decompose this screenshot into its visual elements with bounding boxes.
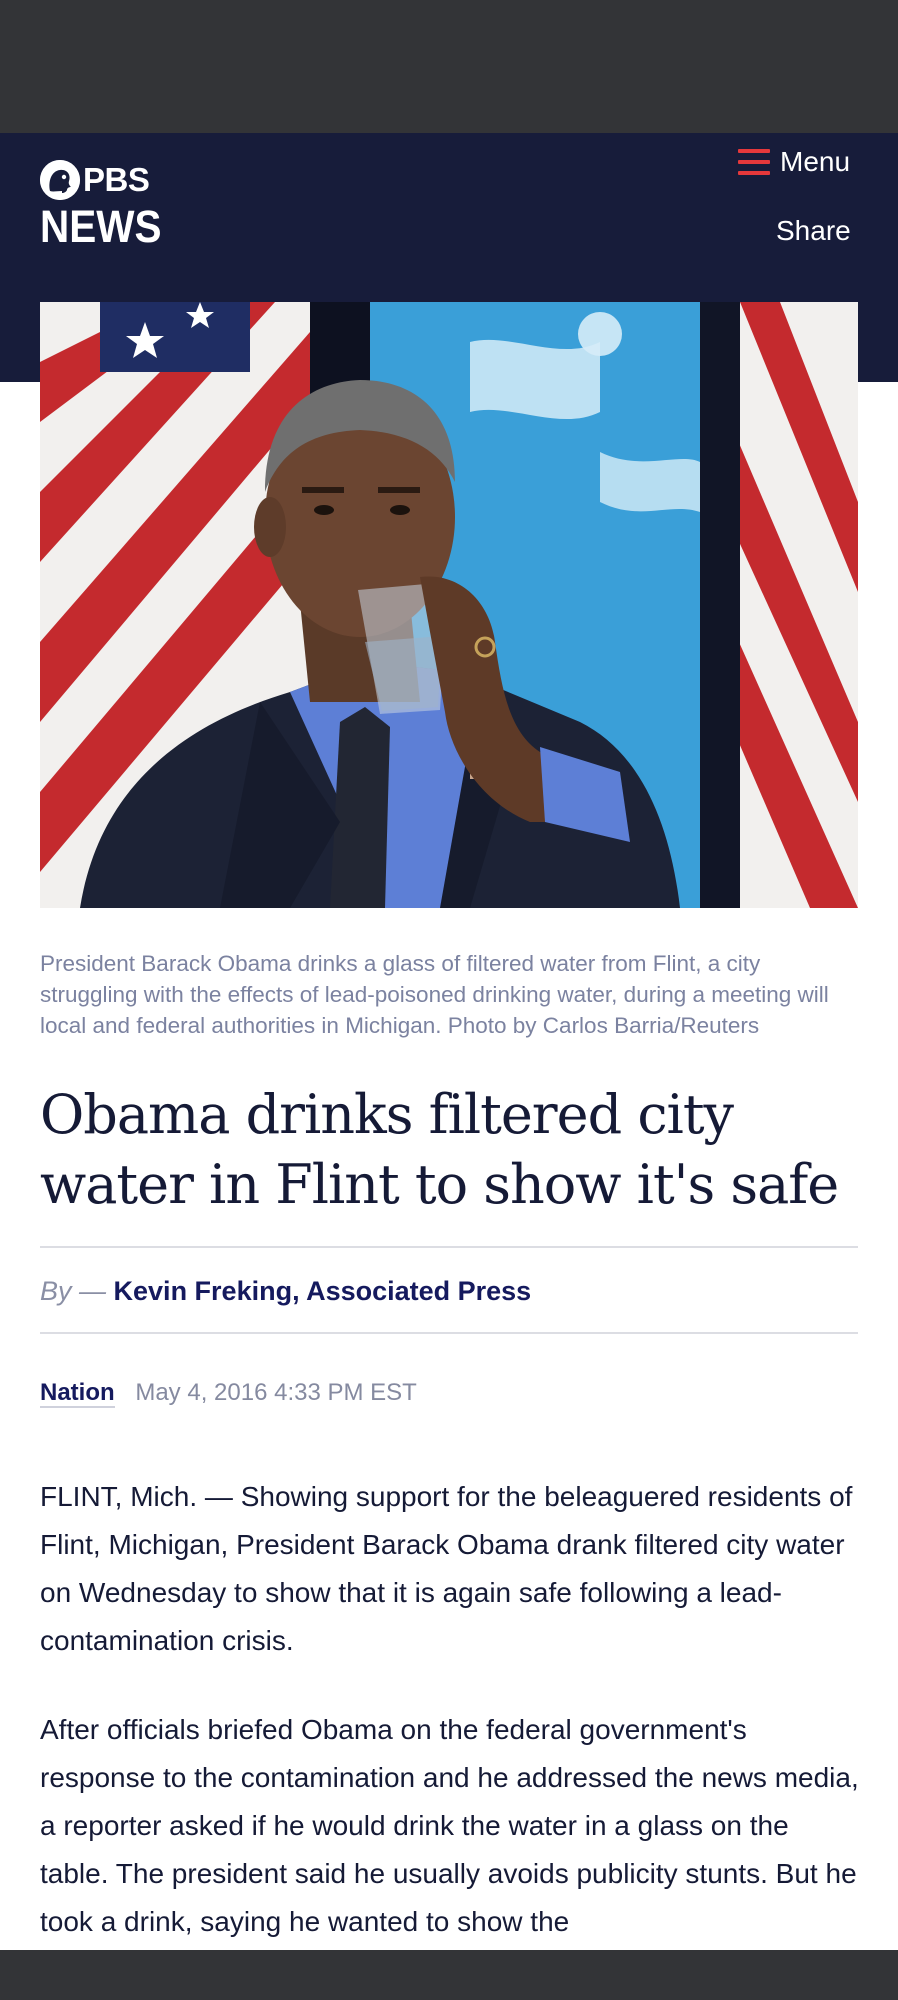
pbs-news-logo[interactable]: PBS NEWS (40, 158, 170, 252)
hamburger-icon (738, 149, 770, 175)
author-link[interactable]: Kevin Freking, Associated Press (114, 1276, 532, 1306)
browser-top-bar (0, 0, 898, 133)
article-paragraph: FLINT, Mich. — Showing support for the b… (40, 1481, 853, 1656)
article-paragraph: After officials briefed Obama on the fed… (40, 1714, 859, 1937)
article-headline: Obama drinks filtered city water in Flin… (40, 1083, 839, 1216)
browser-bottom-bar (0, 1950, 898, 2000)
photo-caption: President Barack Obama drinks a glass of… (40, 951, 829, 1038)
byline-divider-bottom (40, 1332, 858, 1334)
logo-pbs-text: PBS (83, 161, 150, 198)
pbs-head-icon (40, 160, 80, 200)
hero-photo (40, 302, 858, 908)
category-link[interactable]: Nation (40, 1379, 115, 1408)
share-button[interactable]: Share (776, 215, 851, 247)
byline-divider-top (40, 1246, 858, 1248)
photo-obama-drinking-water-icon (40, 302, 858, 908)
menu-button[interactable]: Menu (738, 144, 850, 180)
byline: By — Kevin Freking, Associated Press (40, 1273, 531, 1309)
publish-date: May 4, 2016 4:33 PM EST (135, 1379, 417, 1406)
by-label: By — (40, 1276, 107, 1306)
menu-label: Menu (780, 146, 851, 177)
article-meta: Nation May 4, 2016 4:33 PM EST (40, 1377, 417, 1409)
logo-top-row: PBS (40, 158, 170, 202)
logo-news-text: NEWS (40, 201, 162, 252)
